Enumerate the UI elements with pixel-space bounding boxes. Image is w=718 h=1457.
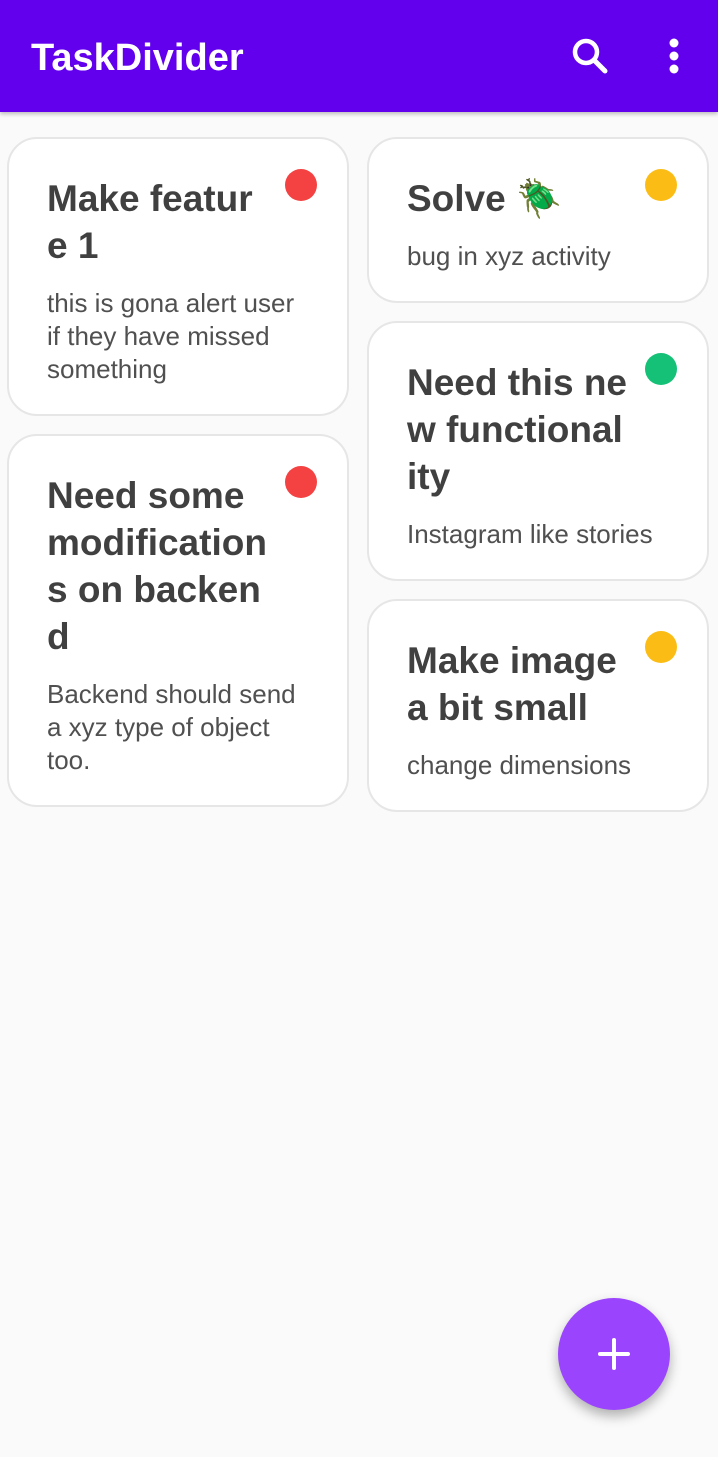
more-vertical-icon bbox=[669, 38, 679, 74]
task-description: this is gona alert user if they have mis… bbox=[47, 288, 295, 384]
task-description: change dimensions bbox=[407, 750, 632, 780]
task-title: Need some modifications on backend bbox=[47, 475, 267, 657]
priority-dot bbox=[645, 169, 677, 201]
app-title: TaskDivider bbox=[31, 37, 244, 79]
plus-icon bbox=[598, 1338, 630, 1370]
task-description: Backend should send a xyz type of object… bbox=[47, 679, 296, 775]
add-task-button[interactable] bbox=[558, 1298, 670, 1410]
task-description: Instagram like stories bbox=[407, 519, 653, 549]
task-title: Make feature 1 bbox=[47, 178, 253, 266]
task-title: Solve 🪲 bbox=[407, 178, 563, 219]
overflow-menu-button[interactable] bbox=[650, 32, 698, 80]
task-card[interactable]: Solve 🪲 bug in xyz activity bbox=[367, 137, 709, 303]
task-title: Need this new functionality bbox=[407, 362, 627, 497]
app-bar: TaskDivider bbox=[0, 0, 718, 112]
priority-dot bbox=[285, 169, 317, 201]
task-card[interactable]: Need some modifications on backend Backe… bbox=[7, 434, 349, 807]
task-column-right: Solve 🪲 bug in xyz activity Need this ne… bbox=[367, 137, 709, 830]
priority-dot bbox=[285, 466, 317, 498]
search-icon bbox=[572, 38, 608, 74]
search-button[interactable] bbox=[566, 32, 614, 80]
task-description: bug in xyz activity bbox=[407, 241, 611, 271]
task-title: Make image a bit small bbox=[407, 640, 617, 728]
task-column-left: Make feature 1 this is gona alert user i… bbox=[7, 137, 349, 825]
task-card[interactable]: Make image a bit small change dimensions bbox=[367, 599, 709, 812]
priority-dot bbox=[645, 631, 677, 663]
priority-dot bbox=[645, 353, 677, 385]
task-card[interactable]: Make feature 1 this is gona alert user i… bbox=[7, 137, 349, 416]
task-card[interactable]: Need this new functionality Instagram li… bbox=[367, 321, 709, 581]
